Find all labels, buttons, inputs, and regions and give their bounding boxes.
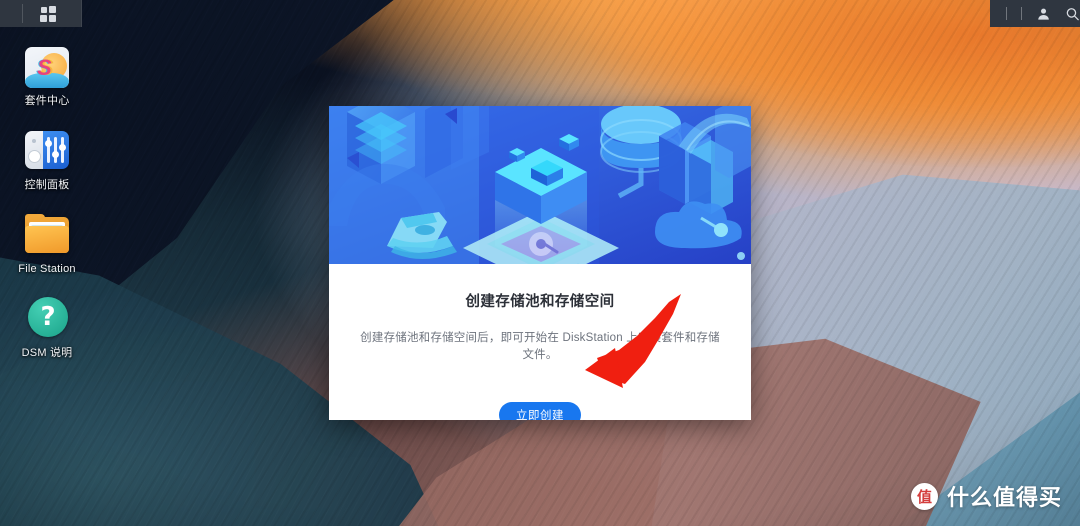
control-panel-icon xyxy=(25,128,69,172)
grid-icon[interactable] xyxy=(39,5,56,22)
desktop-icon-dsm-help[interactable]: ? DSM 说明 xyxy=(12,296,82,360)
grid-icon-cell xyxy=(39,14,47,22)
folder-front xyxy=(25,226,69,253)
grid-icon-cell xyxy=(48,14,56,22)
control-icon-knob xyxy=(29,151,40,162)
control-icon-slider-track xyxy=(54,137,57,163)
grid-icon-cell xyxy=(40,6,47,13)
smzdm-logo-icon: 值 xyxy=(910,482,938,510)
grid-icon-cell xyxy=(48,5,56,13)
control-icon-slider-knob xyxy=(45,140,53,147)
desktop-icon-package-center[interactable]: S 套件中心 xyxy=(12,44,82,108)
isometric-storage-illustration xyxy=(329,106,751,264)
package-icon-letter: S xyxy=(37,55,52,80)
watermark: 值 什么值得买 xyxy=(910,480,1062,512)
help-question-icon: ? xyxy=(25,296,69,340)
desktop-icon-label: File Station xyxy=(18,263,76,275)
dialog-body: 创建存储池和存储空间 创建存储池和存储空间后，即可开始在 DiskStation… xyxy=(329,264,751,420)
taskbar-right xyxy=(990,0,1080,27)
control-icon-slider-knob xyxy=(59,144,67,151)
desktop-icon-label: 控制面板 xyxy=(24,179,70,191)
control-icon-slider-knob xyxy=(52,151,60,158)
package-center-icon: S xyxy=(25,44,69,88)
dialog-title: 创建存储池和存储空间 xyxy=(465,294,615,310)
taskbar-divider xyxy=(1006,7,1007,20)
desktop-icon-control-panel[interactable]: 控制面板 xyxy=(12,128,82,192)
control-icon-left-panel xyxy=(25,131,44,169)
taskbar-left[interactable] xyxy=(0,0,82,27)
control-icon-dot xyxy=(32,139,36,143)
watermark-text: 什么值得买 xyxy=(946,485,1062,510)
dialog-illustration xyxy=(329,106,751,264)
taskbar-divider xyxy=(1020,7,1022,20)
desktop-icon-file-station[interactable]: File Station xyxy=(12,212,82,276)
desktop-icon-label: DSM 说明 xyxy=(21,347,73,359)
create-now-button[interactable]: 立即创建 xyxy=(499,402,581,420)
search-icon[interactable] xyxy=(1065,6,1080,22)
taskbar-divider xyxy=(22,4,23,23)
desktop-icon-label: 套件中心 xyxy=(24,95,70,107)
help-question-mark: ? xyxy=(28,297,68,337)
dialog-description: 创建存储池和存储空间后，即可开始在 DiskStation 上安装套件和存储文件… xyxy=(360,332,720,361)
create-storage-pool-dialog: 创建存储池和存储空间 创建存储池和存储空间后，即可开始在 DiskStation… xyxy=(329,106,751,420)
file-station-folder-icon xyxy=(25,212,69,256)
person-icon[interactable] xyxy=(1036,6,1051,22)
control-icon-sliders xyxy=(43,131,69,169)
